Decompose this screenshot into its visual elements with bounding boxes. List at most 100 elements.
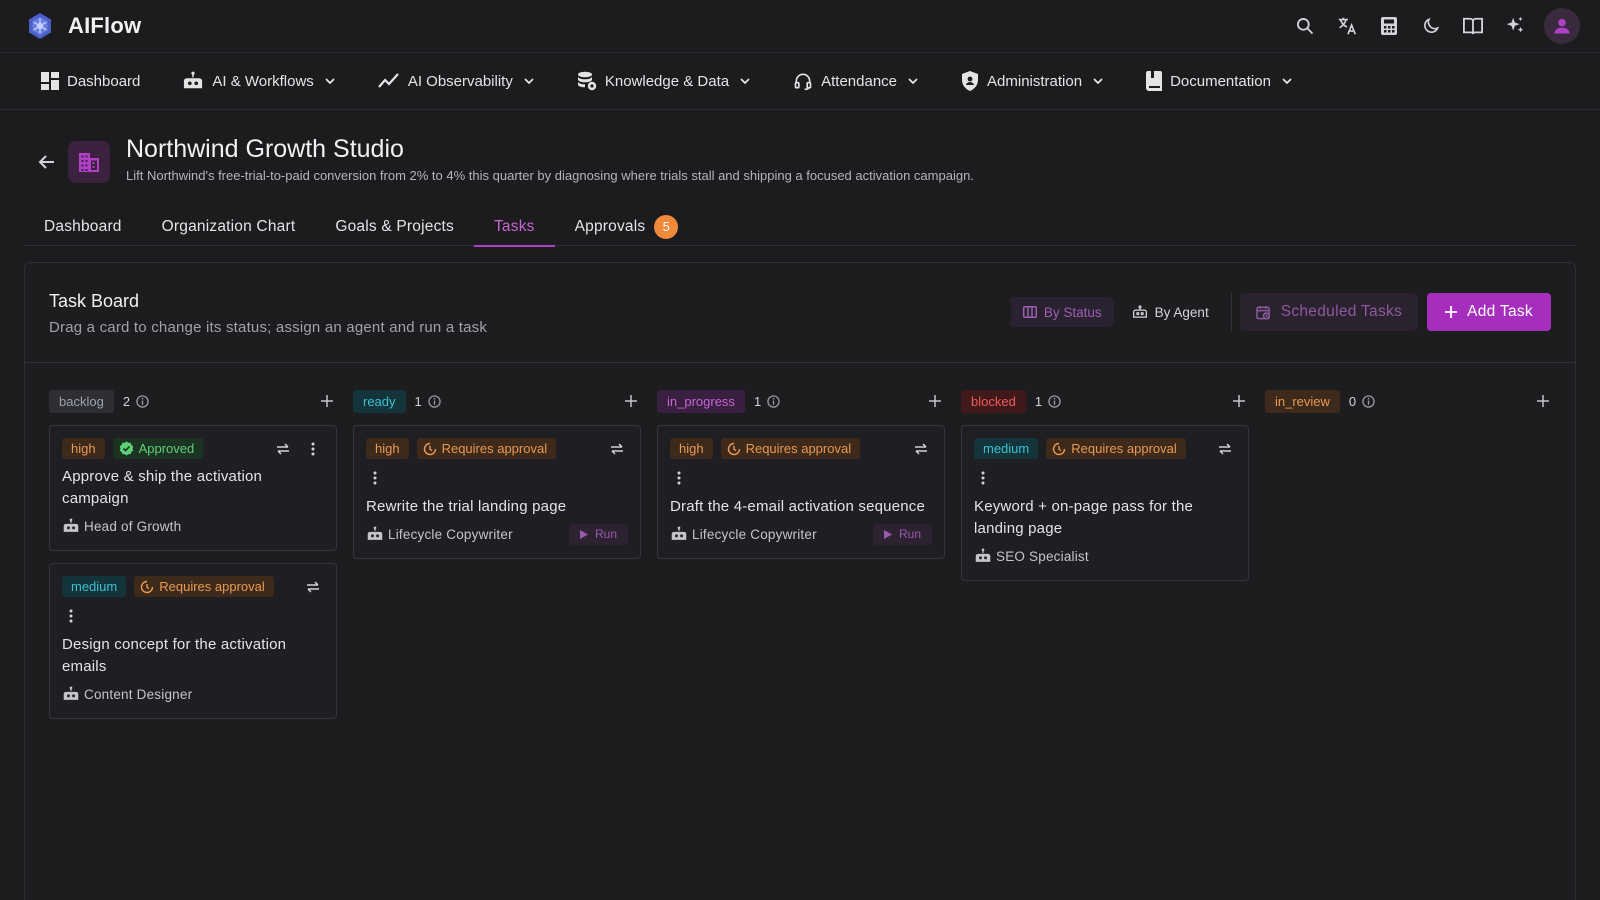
card-menu-button[interactable]	[302, 438, 324, 460]
robot-icon	[671, 526, 687, 540]
user-icon	[1554, 18, 1570, 34]
agent-avatar	[974, 548, 992, 564]
column-info-button[interactable]	[1048, 394, 1061, 408]
task-card[interactable]: high Requires approval Draft the 4-email a…	[657, 425, 945, 559]
approval-label: Approved	[138, 441, 195, 456]
card-menu-button[interactable]	[972, 467, 994, 489]
approval-badge: Requires approval	[416, 438, 557, 459]
column-info-button[interactable]	[1362, 394, 1375, 408]
info-icon	[1362, 394, 1375, 408]
column-add-task-button[interactable]	[925, 391, 945, 411]
plus-icon	[1537, 395, 1549, 407]
swap-icon	[307, 580, 319, 593]
column-add-task-button[interactable]	[621, 391, 641, 411]
column-info-button[interactable]	[136, 394, 149, 408]
docs-button[interactable]	[1454, 7, 1492, 45]
card-menu-row	[60, 605, 324, 627]
calculator-button[interactable]	[1370, 7, 1408, 45]
nav-ai-observability[interactable]: AI Observability	[367, 65, 546, 98]
swap-icon	[1219, 442, 1231, 455]
nav-administration-label: Administration	[987, 72, 1083, 90]
change-status-button[interactable]	[272, 438, 294, 460]
dark-mode-button[interactable]	[1412, 7, 1450, 45]
column-count: 0	[1348, 393, 1357, 409]
more-vertical-icon	[677, 471, 681, 485]
tab-goals-projects[interactable]: Goals & Projects	[315, 207, 474, 246]
view-by-status-button[interactable]: By Status	[1010, 297, 1114, 327]
grid-icon	[41, 72, 59, 90]
plus-icon	[1445, 306, 1458, 318]
robot-icon	[1132, 305, 1147, 318]
more-vertical-icon	[311, 442, 315, 455]
user-avatar[interactable]	[1544, 8, 1580, 44]
column-add-task-button[interactable]	[317, 391, 337, 411]
ai-assist-button[interactable]	[1496, 7, 1534, 45]
nav-documentation[interactable]: Documentation	[1135, 63, 1304, 99]
tab-dashboard[interactable]: Dashboard	[24, 207, 142, 246]
column-in-review: in_review 0	[1265, 389, 1553, 731]
column-header: ready 1	[353, 389, 641, 413]
translate-button[interactable]	[1328, 7, 1366, 45]
chevron-down-icon	[908, 78, 918, 85]
tab-organization-chart[interactable]: Organization Chart	[142, 207, 316, 246]
run-label: Run	[898, 527, 921, 541]
change-status-button[interactable]	[302, 576, 324, 598]
task-card[interactable]: high Requires approval Rewrite the trial l…	[353, 425, 641, 559]
check-circle-icon	[119, 441, 133, 456]
card-menu-button[interactable]	[668, 467, 690, 489]
info-icon	[1048, 394, 1061, 408]
translate-icon	[1338, 17, 1357, 35]
column-add-task-button[interactable]	[1533, 391, 1553, 411]
more-vertical-icon	[69, 609, 73, 623]
tab-tasks[interactable]: Tasks	[473, 207, 555, 247]
nav-ai-workflows[interactable]: AI & Workflows	[171, 63, 346, 99]
column-count: 2	[122, 393, 131, 409]
org-title: Northwind Growth Studio	[126, 135, 404, 163]
book-icon	[1146, 71, 1163, 91]
card-top-row: high Requires approval	[366, 438, 628, 459]
swap-icon	[915, 442, 927, 455]
column-info-button[interactable]	[767, 394, 780, 408]
nav-documentation-label: Documentation	[1170, 72, 1271, 90]
scheduled-tasks-button[interactable]: Scheduled Tasks	[1239, 293, 1419, 331]
search-button[interactable]	[1286, 7, 1324, 45]
run-task-button[interactable]: Run	[568, 523, 628, 545]
chevron-down-icon	[740, 78, 750, 85]
change-status-button[interactable]	[606, 438, 628, 460]
approval-label: Requires approval	[159, 579, 265, 594]
sparkles-icon	[1506, 16, 1524, 33]
approval-label: Requires approval	[441, 441, 548, 456]
back-button[interactable]	[32, 147, 62, 177]
status-pill: ready	[353, 389, 406, 413]
nav-attendance[interactable]: Attendance	[782, 63, 930, 99]
column-info-button[interactable]	[428, 394, 441, 408]
more-vertical-icon	[981, 471, 985, 485]
card-menu-button[interactable]	[364, 467, 386, 489]
column-count: 1	[414, 393, 422, 409]
approval-badge: Requires approval	[720, 438, 861, 459]
org-text: Northwind Growth Studio Lift Northwind's…	[126, 135, 974, 183]
robot-icon	[975, 548, 991, 562]
view-by-agent-button[interactable]: By Agent	[1120, 297, 1221, 327]
task-card[interactable]: medium Requires approval Keyword + on-page…	[961, 425, 1249, 581]
clock-icon	[727, 442, 740, 455]
nav-dashboard[interactable]: Dashboard	[30, 64, 151, 98]
task-card[interactable]: high Approved Approve & ship the activatio…	[49, 425, 337, 551]
task-card[interactable]: medium Requires approval Design concept fo…	[49, 563, 337, 719]
column-add-task-button[interactable]	[1229, 391, 1249, 411]
column-ready: ready 1 high Requires approval Rewrite the t…	[353, 389, 641, 731]
nav-knowledge-data[interactable]: Knowledge & Data	[566, 63, 762, 99]
add-task-button[interactable]: Add Task	[1427, 293, 1551, 331]
info-icon	[136, 394, 149, 408]
tab-approvals[interactable]: Approvals 5	[555, 207, 699, 246]
columns-icon	[1022, 306, 1037, 318]
board-header: Task Board Drag a card to change its sta…	[25, 263, 1575, 363]
run-task-button[interactable]: Run	[872, 523, 932, 545]
nav-administration[interactable]: Administration	[950, 63, 1115, 99]
change-status-button[interactable]	[1214, 438, 1236, 460]
main-nav: Dashboard AI & Workflows AI Observabilit…	[0, 53, 1600, 110]
change-status-button[interactable]	[910, 438, 932, 460]
nav-ai-observability-label: AI Observability	[407, 72, 513, 90]
task-title: Design concept for the activation emails	[62, 636, 287, 675]
card-menu-button[interactable]	[60, 605, 82, 627]
